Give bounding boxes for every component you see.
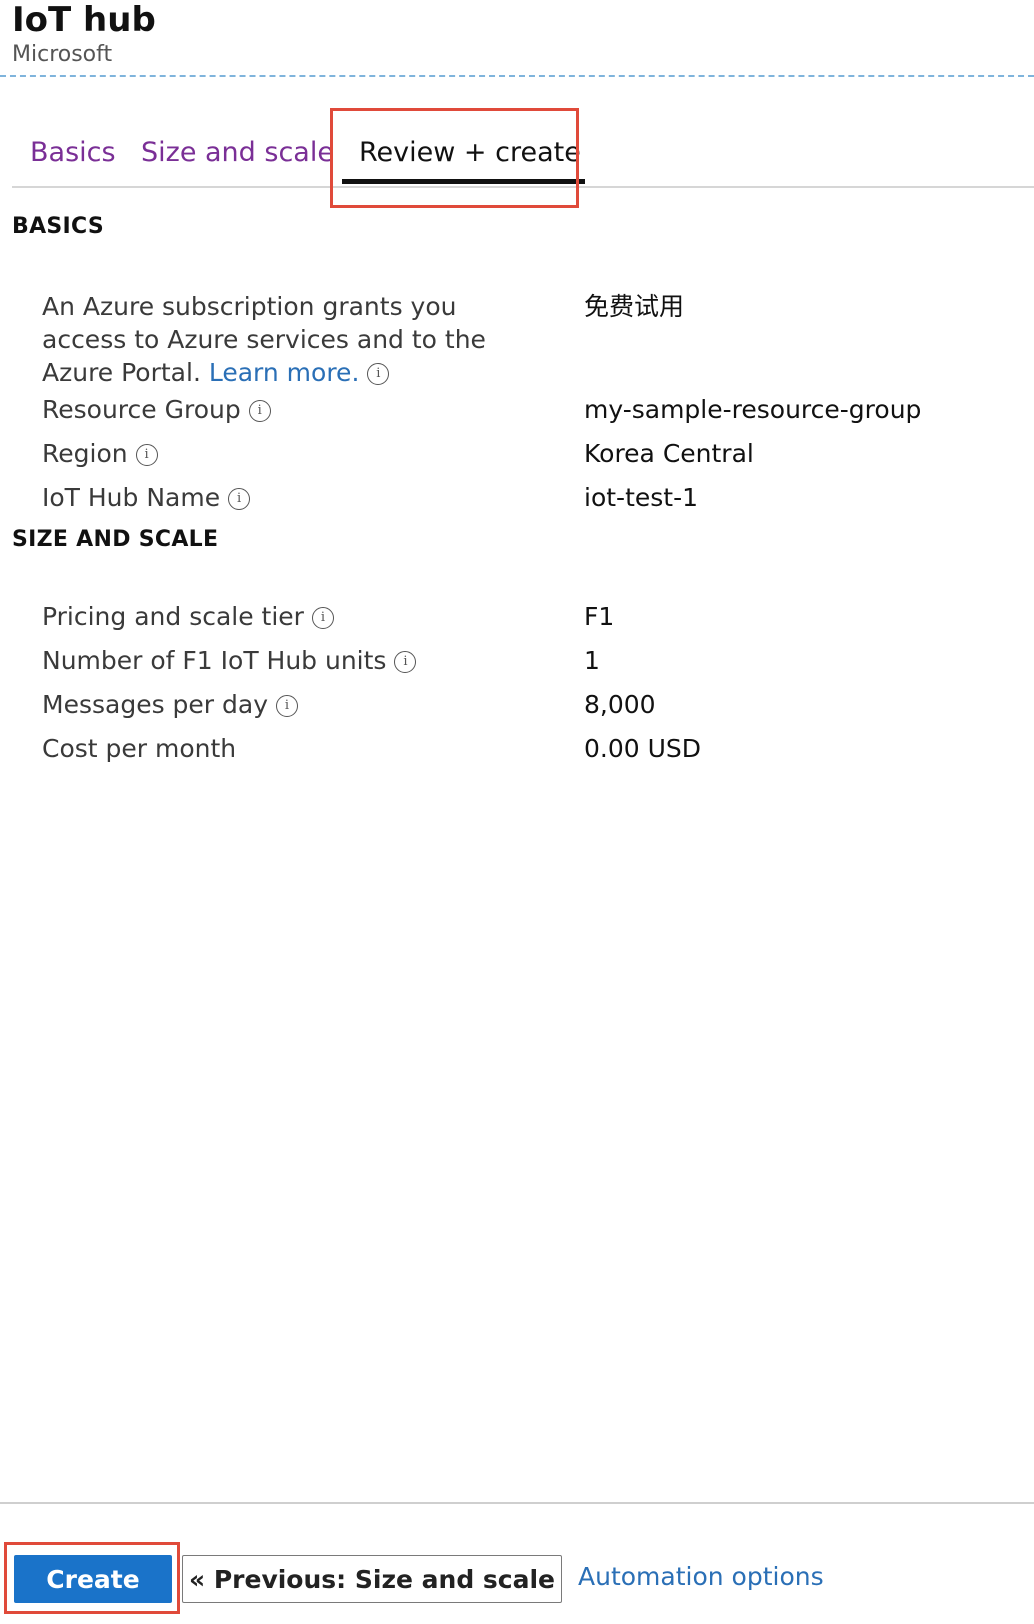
info-icon[interactable]: i <box>394 651 417 673</box>
automation-options-link[interactable]: Automation options <box>578 1562 824 1591</box>
section-heading-size-and-scale: SIZE AND SCALE <box>12 527 219 552</box>
info-icon[interactable]: i <box>276 695 299 717</box>
hub-units-label-text: Number of F1 IoT Hub units <box>42 646 387 675</box>
page-title: IoT hub <box>12 0 156 40</box>
review-tab-highlight-box <box>330 108 579 208</box>
learn-more-link[interactable]: Learn more. <box>209 358 360 387</box>
hub-name-label: IoT Hub Name i <box>42 481 562 515</box>
info-icon[interactable]: i <box>228 488 251 510</box>
messages-per-day-label: Messages per day i <box>42 688 562 722</box>
region-label: Region i <box>42 437 562 471</box>
hub-units-value: 1 <box>584 646 600 675</box>
messages-per-day-label-text: Messages per day <box>42 690 269 719</box>
resource-group-value: my-sample-resource-group <box>584 395 922 424</box>
footer-divider <box>0 1502 1034 1504</box>
info-icon[interactable]: i <box>248 400 271 422</box>
pricing-tier-label-text: Pricing and scale tier <box>42 602 304 631</box>
hub-units-label: Number of F1 IoT Hub units i <box>42 644 562 678</box>
resource-group-label: Resource Group i <box>42 393 562 427</box>
previous-button[interactable]: « Previous: Size and scale <box>182 1555 562 1603</box>
tab-basics[interactable]: Basics <box>30 136 116 170</box>
pricing-tier-value: F1 <box>584 602 615 631</box>
header-divider <box>0 75 1034 77</box>
info-icon[interactable]: i <box>135 444 158 466</box>
info-icon[interactable]: i <box>311 607 334 629</box>
cost-per-month-label: Cost per month <box>42 734 237 763</box>
hub-name-value: iot-test-1 <box>584 483 699 512</box>
create-button[interactable]: Create <box>14 1555 172 1603</box>
info-icon[interactable]: i <box>367 363 390 385</box>
subscription-value: 免费试用 <box>584 292 685 321</box>
section-heading-basics: BASICS <box>12 214 105 239</box>
header: IoT hub Microsoft <box>12 0 156 70</box>
pricing-tier-label: Pricing and scale tier i <box>42 600 562 634</box>
hub-name-label-text: IoT Hub Name <box>42 483 221 512</box>
messages-per-day-value: 8,000 <box>584 690 656 719</box>
tab-size-and-scale[interactable]: Size and scale <box>141 136 334 170</box>
page-subtitle: Microsoft <box>12 42 113 67</box>
region-value: Korea Central <box>584 439 754 468</box>
subscription-label: An Azure subscription grants you access … <box>42 290 522 389</box>
cost-per-month-value: 0.00 USD <box>584 734 702 763</box>
region-label-text: Region <box>42 439 128 468</box>
resource-group-label-text: Resource Group <box>42 395 241 424</box>
